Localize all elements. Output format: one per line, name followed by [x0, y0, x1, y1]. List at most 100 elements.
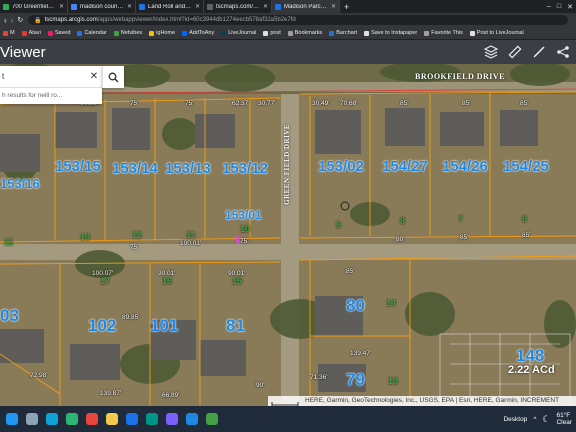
bookmark-label: post	[270, 30, 281, 36]
window-controls: – □ ✕	[547, 3, 576, 11]
bookmark-item[interactable]: Saved	[47, 30, 70, 36]
bookmark-label: Save to Instapaper	[371, 30, 418, 36]
bookmark-label: M	[10, 30, 15, 36]
bookmark-item[interactable]: Post to LiveJournal	[469, 30, 524, 36]
tab-favicon-icon	[207, 3, 213, 10]
parcel-label[interactable]: 154/26	[442, 158, 488, 175]
bookmark-item[interactable]: LiveJournal	[221, 30, 256, 36]
parcel-label[interactable]: 153/13	[165, 160, 211, 177]
bookmark-item[interactable]: Netvibes	[113, 30, 142, 36]
bookmark-icon	[263, 30, 269, 36]
dimension-label: 85'	[400, 100, 409, 107]
mail-icon[interactable]	[126, 413, 138, 425]
tab-label: Madison Parcel Viewer	[284, 3, 328, 10]
maximize-icon[interactable]: □	[557, 3, 561, 11]
lot-number: 12	[132, 230, 143, 240]
bookmark-item[interactable]: post	[263, 30, 281, 36]
dimension-label: 139.87'	[100, 390, 122, 397]
layers-icon[interactable]	[483, 45, 499, 59]
parcel-label[interactable]: 154/25	[503, 158, 549, 175]
weather-icon[interactable]: ☾	[542, 414, 550, 425]
dimension-label: 90.01'	[228, 270, 246, 277]
parcel-label[interactable]: 153/12	[222, 160, 268, 177]
edge-icon[interactable]	[46, 413, 58, 425]
chevron-up-icon[interactable]: ^	[533, 416, 536, 423]
forward-icon[interactable]: ›	[11, 16, 14, 25]
close-tab-icon[interactable]: ✕	[195, 3, 200, 10]
weather-desc: Clear	[556, 419, 572, 426]
parcel-label[interactable]: 153/16	[0, 176, 40, 191]
dimension-label: 30.49'	[312, 100, 330, 107]
close-tab-icon[interactable]: ✕	[263, 3, 268, 10]
close-tab-icon[interactable]: ✕	[59, 3, 64, 10]
bookmark-item[interactable]: Calendar	[77, 30, 107, 36]
lot-number: 17	[100, 276, 111, 286]
parcel-label[interactable]: 81	[226, 316, 245, 336]
parcel-label[interactable]: 102	[88, 316, 116, 336]
url-field[interactable]: 🔒 tscmaps.arcgis.com/apps/webappviewer/i…	[28, 15, 568, 25]
parcel-label[interactable]: 80	[346, 296, 365, 316]
address-bar-row: ‹ › ↻ 🔒 tscmaps.arcgis.com/apps/webappvi…	[0, 13, 576, 27]
parcel-label[interactable]: 153/02	[318, 158, 364, 175]
browser-tab[interactable]: tscmaps.com/cnty/madison-ms/✕	[204, 0, 272, 13]
bookmark-icon	[21, 30, 27, 36]
bookmark-item[interactable]: Favorite This	[424, 30, 463, 36]
parcel-label[interactable]: 153/14	[112, 160, 158, 177]
parcel-label[interactable]: 03	[0, 306, 19, 326]
weather-temp: 61°F	[556, 412, 571, 419]
dimension-label: 70.68'	[340, 100, 358, 107]
edge-dev-icon[interactable]	[146, 413, 158, 425]
browser-tab[interactable]: madison county ms tax assessor✕	[68, 0, 136, 13]
bookmark-item[interactable]: AddToAny	[182, 30, 214, 36]
bookmark-item[interactable]: igHome	[149, 30, 175, 36]
browser-tab[interactable]: Madison Parcel Viewer✕	[272, 0, 340, 13]
bookmark-label: Barchart	[336, 30, 358, 36]
close-tab-icon[interactable]: ✕	[331, 3, 336, 10]
bookmark-icon	[77, 30, 83, 36]
app-icon-3[interactable]	[206, 413, 218, 425]
browser-tab[interactable]: Land Roll and Maps | Madison Co✕	[136, 0, 204, 13]
search-button[interactable]	[102, 66, 124, 88]
bookmark-item[interactable]: Save to Instapaper	[364, 30, 417, 36]
search-icon[interactable]	[26, 413, 38, 425]
parcel-label[interactable]: 154/27	[382, 158, 428, 175]
folder-icon[interactable]	[106, 413, 118, 425]
bookmark-icon	[424, 30, 430, 36]
search-icon	[108, 72, 119, 82]
new-tab-icon[interactable]: +	[340, 2, 353, 12]
bookmark-item[interactable]: Bookmarks	[287, 30, 322, 36]
bookmark-icon	[113, 30, 119, 36]
minimize-icon[interactable]: –	[547, 3, 551, 11]
back-icon[interactable]: ‹	[4, 16, 7, 25]
app-icon[interactable]	[166, 413, 178, 425]
map-canvas[interactable]: BROOKFIELD DRIVE GREEN FIELD DRIVE 153/1…	[0, 64, 576, 406]
bookmark-item[interactable]: Barchart	[329, 30, 357, 36]
close-tab-icon[interactable]: ✕	[127, 3, 132, 10]
reload-icon[interactable]: ↻	[17, 16, 23, 24]
bookmark-icon	[149, 30, 155, 36]
parcel-label[interactable]: 153/15	[55, 158, 101, 175]
chrome-icon[interactable]	[86, 413, 98, 425]
close-window-icon[interactable]: ✕	[567, 3, 573, 11]
browser-tab[interactable]: 700 Greenfield Dr - Google Maps✕	[0, 0, 68, 13]
bookmark-item[interactable]: Atavi	[21, 30, 41, 36]
parcel-label[interactable]: 79	[346, 370, 365, 390]
measure-icon[interactable]	[508, 45, 522, 59]
parcel-label[interactable]: 101	[150, 316, 178, 336]
ruler-icon[interactable]	[532, 45, 546, 59]
lot-number: 14	[386, 298, 397, 308]
start-icon[interactable]	[6, 413, 18, 425]
desktop-label[interactable]: Desktop	[503, 416, 527, 423]
lot-number: 11	[4, 237, 14, 247]
edge-icon-2[interactable]	[66, 413, 78, 425]
dimension-label: 75'	[130, 100, 139, 107]
parcel-label[interactable]: 153/01	[225, 208, 262, 222]
search-input[interactable]: t	[0, 72, 86, 81]
parcel-label[interactable]: 148	[516, 346, 544, 366]
share-icon[interactable]	[556, 45, 570, 59]
clear-icon[interactable]: ✕	[86, 71, 102, 82]
dimension-label: 85'	[520, 100, 529, 107]
bookmark-item[interactable]: M	[3, 30, 15, 36]
app-icon-2[interactable]	[186, 413, 198, 425]
search-suggestion[interactable]: h results for neill ro...	[0, 88, 102, 103]
